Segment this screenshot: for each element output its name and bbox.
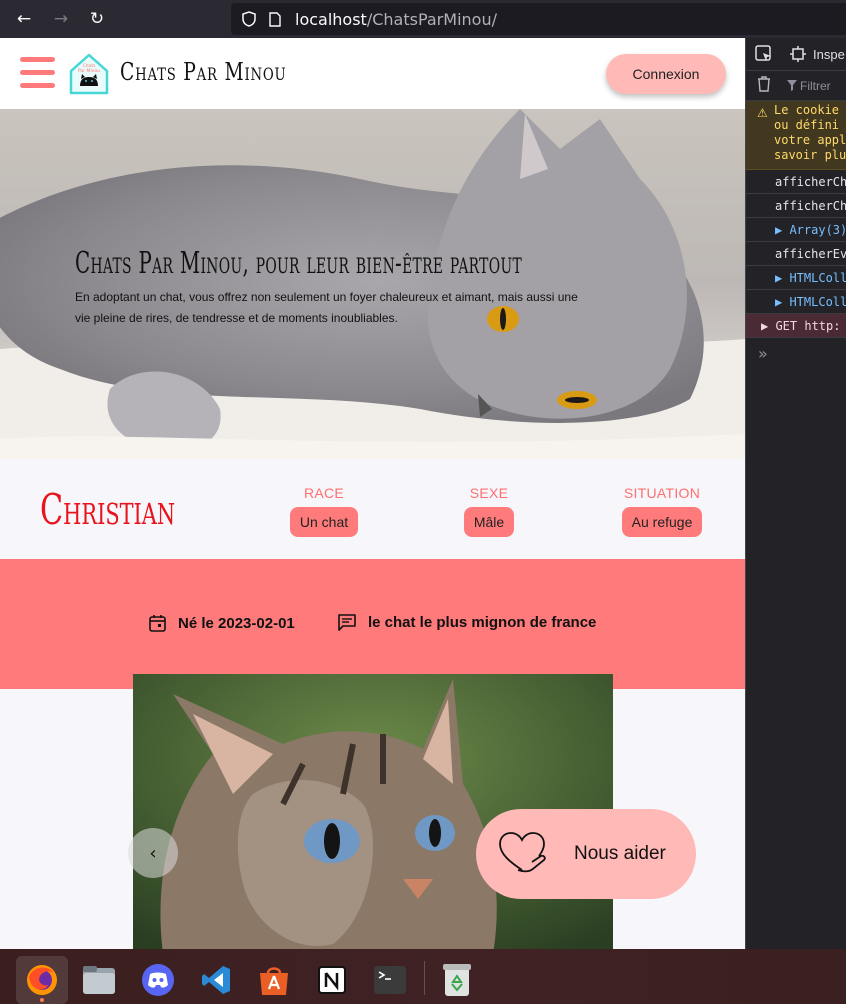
attr-race-label: RACE (303, 485, 345, 501)
attr-sexe-label: SEXE (469, 485, 509, 501)
shield-icon[interactable] (241, 11, 257, 27)
birth-text: Né le 2023-02-01 (178, 614, 295, 632)
files-icon[interactable] (73, 956, 125, 1004)
attr-sexe-value: Mâle (463, 507, 515, 537)
help-label: Nous aider (574, 843, 666, 864)
birth-detail: Né le 2023-02-01 (149, 614, 295, 632)
page-icon (267, 11, 283, 27)
warning-line: savoir plu (774, 148, 846, 162)
filter-icon (787, 80, 797, 91)
hero-banner: Chats Par Minou, pour leur bien-être par… (0, 109, 745, 459)
url-host: localhost (295, 9, 367, 29)
devtools-panel: Inspe Filtrer ⚠ Le cookie ou défini votre a… (745, 38, 846, 949)
logo[interactable]: Chats Par Minou (67, 52, 111, 96)
console-row[interactable]: ▶ HTMLColl (746, 290, 846, 314)
filter-placeholder: Filtrer (800, 78, 831, 93)
devtools-toolbar: Inspe (746, 38, 846, 71)
login-button[interactable]: Connexion (606, 54, 726, 94)
comment-icon (338, 614, 356, 631)
details-band: Né le 2023-02-01 le chat le plus mignon … (0, 559, 745, 689)
cat-name: Christian (40, 485, 176, 534)
back-icon[interactable]: ← (9, 4, 39, 34)
taskbar (0, 949, 846, 1004)
hero-title: Chats Par Minou, pour leur bien-être par… (75, 246, 523, 281)
firefox-icon[interactable] (16, 956, 68, 1004)
warning-line: votre appl (774, 133, 846, 147)
reload-icon[interactable]: ↻ (82, 4, 112, 34)
svg-text:Par Minou: Par Minou (78, 68, 100, 74)
attr-situation-label: SITUATION (623, 485, 701, 501)
address-bar[interactable]: localhost/ChatsParMinou/ (231, 3, 846, 35)
console-row[interactable]: afficherCh (746, 170, 846, 194)
warning-icon: ⚠ (757, 106, 768, 120)
description-detail: le chat le plus mignon de france (338, 614, 596, 631)
heart-hand-icon (499, 832, 546, 873)
picker-icon[interactable] (755, 45, 773, 63)
menu-icon[interactable] (20, 57, 55, 89)
browser-toolbar: ← → ↻ localhost/ChatsParMinou/ (0, 0, 846, 38)
site-header: Chats Par Minou Chats Par Minou Connexio… (0, 38, 745, 109)
forward-icon[interactable]: → (46, 4, 76, 34)
carousel-prev-button[interactable]: ‹ (128, 828, 178, 878)
taskbar-separator (424, 961, 425, 995)
warning-line: Le cookie (774, 103, 840, 117)
console-prompt[interactable]: » (746, 344, 846, 363)
site-title[interactable]: Chats Par Minou (120, 58, 286, 86)
console-row[interactable]: afficherCh (746, 194, 846, 218)
cat-info-section: Christian RACE Un chat SEXE Mâle SITUATI… (0, 459, 745, 559)
notion-icon[interactable] (306, 956, 358, 1004)
hero-text: En adoptant un chat, vous offrez non seu… (75, 290, 578, 325)
page-viewport: Chats Par Minou Chats Par Minou Connexio… (0, 38, 745, 949)
tab-inspector[interactable]: Inspe (790, 46, 845, 62)
inspector-icon (790, 46, 806, 62)
help-button[interactable]: Nous aider (476, 809, 696, 899)
console-row-network[interactable]: ▶ GET http: (746, 314, 846, 338)
attr-race-value: Un chat (289, 507, 359, 537)
console-warning[interactable]: ⚠ Le cookie ou défini votre appl savoir plu (746, 101, 846, 170)
warning-line: ou défini (774, 118, 840, 132)
trash-icon[interactable] (757, 76, 771, 95)
attr-situation: SITUATION Au refuge (620, 485, 704, 537)
url-text[interactable]: localhost/ChatsParMinou/ (295, 10, 497, 29)
chevron-left-icon: ‹ (149, 842, 157, 864)
description-text: le chat le plus mignon de france (368, 614, 597, 631)
devtools-filterbar: Filtrer (746, 71, 846, 101)
attr-race: RACE Un chat (289, 485, 359, 537)
calendar-icon (149, 615, 166, 632)
discord-icon[interactable] (132, 956, 184, 1004)
tab-inspector-label: Inspe (813, 46, 845, 62)
terminal-icon[interactable] (364, 956, 416, 1004)
hero-cat-image (0, 109, 745, 459)
app-center-icon[interactable] (248, 956, 300, 1004)
console-row[interactable]: afficherEv (746, 242, 846, 266)
attr-sexe: SEXE Mâle (463, 485, 515, 537)
attr-situation-value: Au refuge (621, 507, 703, 537)
url-path: /ChatsParMinou/ (366, 9, 497, 29)
console-row[interactable]: ▶ HTMLColl (746, 266, 846, 290)
vscode-icon[interactable] (190, 956, 242, 1004)
console-row[interactable]: ▶ Array(3) (746, 218, 846, 242)
filter-input[interactable]: Filtrer (787, 79, 831, 93)
trash-bin-icon[interactable] (431, 956, 483, 1004)
